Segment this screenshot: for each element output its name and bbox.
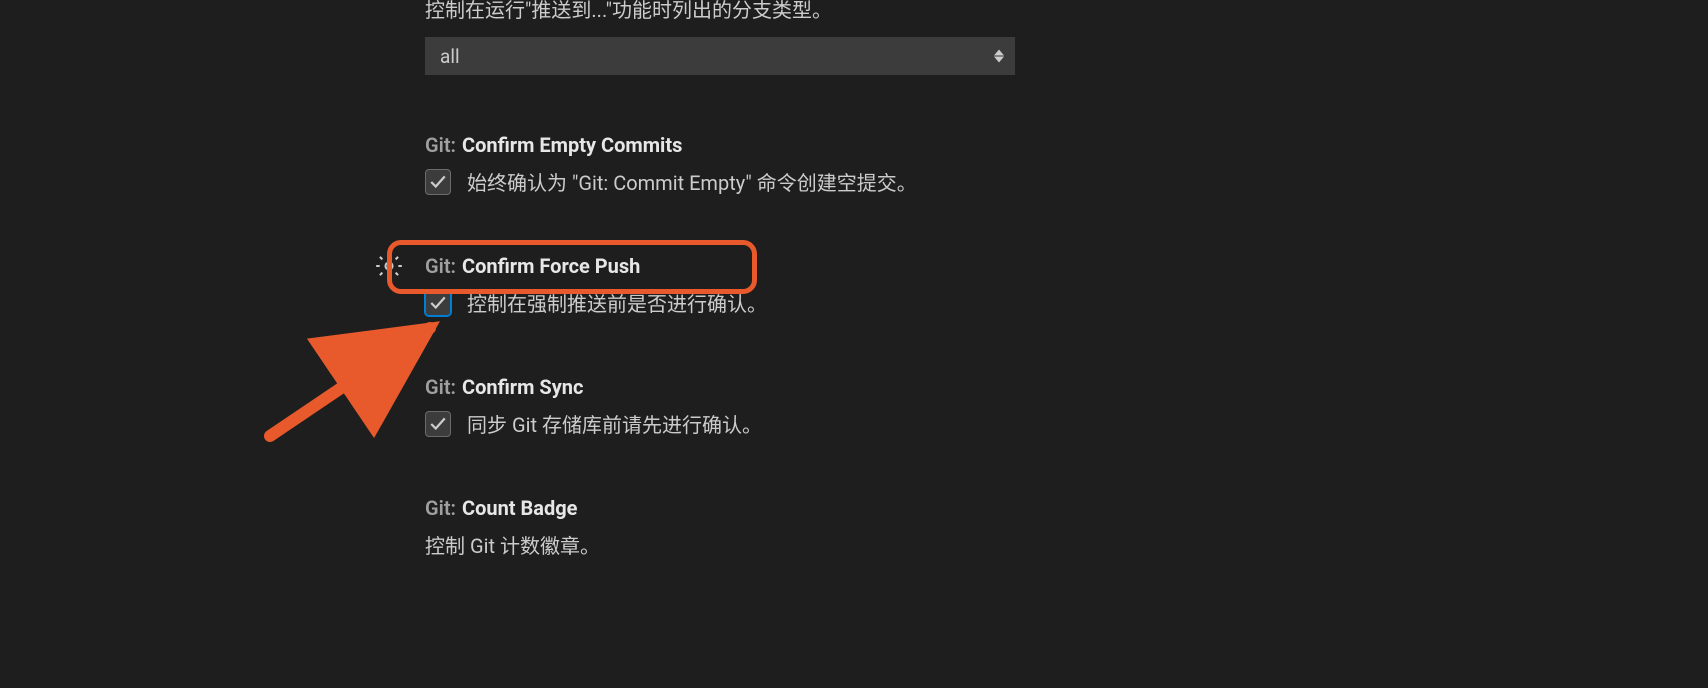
settings-panel: 控制在运行"推送到..."功能时列出的分支类型。 all Git: Confir… bbox=[0, 0, 1708, 559]
chevron-updown-icon bbox=[994, 50, 1004, 63]
setting-confirm-force-push: Git: Confirm Force Push 控制在强制推送前是否进行确认。 bbox=[425, 254, 1708, 317]
dropdown-value: all bbox=[440, 45, 460, 68]
setting-description: 控制在运行"推送到..."功能时列出的分支类型。 bbox=[425, 0, 1708, 23]
title-name: Count Badge bbox=[462, 496, 577, 520]
title-name: Confirm Sync bbox=[462, 375, 583, 399]
title-prefix: Git: bbox=[425, 254, 456, 278]
checkbox-label: 控制在强制推送前是否进行确认。 bbox=[467, 288, 767, 317]
setting-title: Git: Confirm Sync bbox=[425, 375, 1708, 399]
checkbox-row: 控制在强制推送前是否进行确认。 bbox=[425, 288, 1708, 317]
title-prefix: Git: bbox=[425, 375, 456, 399]
setting-title: Git: Count Badge bbox=[425, 496, 1708, 520]
setting-count-badge: Git: Count Badge 控制 Git 计数徽章。 bbox=[425, 496, 1708, 559]
checkbox-confirm-empty-commits[interactable] bbox=[425, 169, 451, 195]
checkbox-confirm-sync[interactable] bbox=[425, 411, 451, 437]
setting-description: 控制 Git 计数徽章。 bbox=[425, 530, 1708, 559]
gear-icon[interactable] bbox=[375, 252, 403, 285]
setting-confirm-sync: Git: Confirm Sync 同步 Git 存储库前请先进行确认。 bbox=[425, 375, 1708, 438]
title-prefix: Git: bbox=[425, 133, 456, 157]
dropdown-branch-types[interactable]: all bbox=[425, 37, 1015, 75]
setting-confirm-empty-commits: Git: Confirm Empty Commits 始终确认为 "Git: C… bbox=[425, 133, 1708, 196]
title-name: Confirm Force Push bbox=[462, 254, 640, 278]
check-icon bbox=[429, 415, 447, 433]
checkbox-label: 始终确认为 "Git: Commit Empty" 命令创建空提交。 bbox=[467, 167, 917, 196]
setting-push-branch-types: 控制在运行"推送到..."功能时列出的分支类型。 all bbox=[425, 0, 1708, 75]
check-icon bbox=[429, 294, 447, 312]
checkbox-row: 始终确认为 "Git: Commit Empty" 命令创建空提交。 bbox=[425, 167, 1708, 196]
checkbox-row: 同步 Git 存储库前请先进行确认。 bbox=[425, 409, 1708, 438]
checkbox-confirm-force-push[interactable] bbox=[425, 290, 451, 316]
setting-title: Git: Confirm Force Push bbox=[425, 254, 1708, 278]
setting-title: Git: Confirm Empty Commits bbox=[425, 133, 1708, 157]
checkbox-label: 同步 Git 存储库前请先进行确认。 bbox=[467, 409, 762, 438]
title-prefix: Git: bbox=[425, 496, 456, 520]
check-icon bbox=[429, 173, 447, 191]
title-name: Confirm Empty Commits bbox=[462, 133, 682, 157]
